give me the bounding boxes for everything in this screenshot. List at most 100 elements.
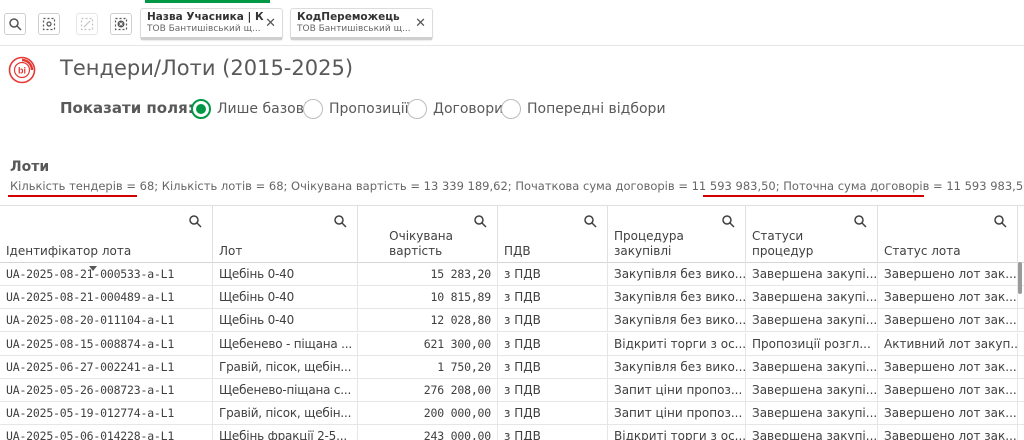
lot-status-cell[interactable]: Завершено лот зак... — [877, 263, 1017, 286]
vat-cell[interactable]: з ПДВ — [497, 355, 607, 379]
search-icon[interactable] — [721, 214, 735, 228]
procedure-cell[interactable]: Закупівля без вико... — [607, 309, 745, 333]
column-header-procedure-status[interactable]: Статуси процедур — [745, 206, 877, 263]
radio-basic-only[interactable]: Лише базові — [191, 98, 308, 120]
lot-name-cell[interactable]: Щебенево-піщана с... — [212, 379, 357, 402]
table-row[interactable]: UA-2025-06-27-002241-a-L1 Гравій, пісок, … — [0, 355, 1024, 379]
toolbar: Назва Учасника | Ко... ТОВ Бантишівський… — [0, 0, 1024, 46]
column-header-vat[interactable]: ПДВ — [497, 206, 607, 263]
vat-cell[interactable]: з ПДВ — [497, 309, 607, 333]
search-icon[interactable] — [853, 214, 867, 228]
lot-name-cell[interactable]: Щебінь 0-40 — [212, 263, 357, 286]
lot-status-cell[interactable]: Завершено лот зак... — [877, 402, 1017, 426]
lot-id-cell[interactable]: UA-2025-08-20-011104-a-L1 — [0, 309, 212, 332]
radio-checked-icon — [191, 99, 211, 119]
radio-label: Договори — [433, 101, 504, 117]
column-header-lot[interactable]: Лот — [212, 206, 357, 263]
lot-status-cell[interactable]: Активний лот закуп... — [877, 332, 1017, 356]
table-row[interactable]: UA-2025-05-06-014228-a-L1 Щебінь фракції … — [0, 425, 1024, 440]
column-header-label: Статус лота — [884, 244, 961, 258]
expected-value-cell[interactable]: 1 750,20 — [357, 355, 497, 379]
vat-cell[interactable]: з ПДВ — [497, 402, 607, 426]
expected-value-cell[interactable]: 243 000,00 — [357, 425, 497, 440]
vertical-scrollbar[interactable] — [1018, 262, 1022, 294]
expected-value-cell[interactable]: 15 283,20 — [357, 263, 497, 286]
lot-status-cell[interactable]: Завершено лот зак... — [877, 379, 1017, 402]
procedure-status-cell[interactable]: Завершена закупі... — [745, 355, 877, 379]
procedure-status-cell[interactable]: Завершена закупі... — [745, 402, 877, 426]
lot-status-cell[interactable]: Завершено лот зак... — [877, 425, 1017, 440]
lot-id-cell[interactable]: UA-2025-08-21-000489-a-L1 — [0, 286, 212, 309]
expected-value-cell[interactable]: 200 000,00 — [357, 402, 497, 426]
close-icon[interactable]: ✕ — [415, 16, 426, 31]
procedure-cell[interactable]: Відкриті торги з ос... — [607, 332, 745, 356]
clear-all-selections-button[interactable] — [110, 13, 132, 35]
procedure-status-cell[interactable]: Завершена закупі... — [745, 263, 877, 286]
procedure-cell[interactable]: Відкриті торги з ос... — [607, 425, 745, 440]
expected-value-cell[interactable]: 621 300,00 — [357, 332, 497, 356]
lot-status-cell[interactable]: Завершено лот зак... — [877, 286, 1017, 310]
smart-search-button[interactable] — [4, 13, 26, 35]
procedure-cell[interactable]: Запит ціни пропоз... — [607, 402, 745, 426]
search-icon[interactable] — [188, 214, 202, 228]
column-header-expected-value[interactable]: Очікувана вартість — [357, 206, 497, 263]
table-row[interactable]: UA-2025-08-21-000489-a-L1 Щебінь 0-40 10 8… — [0, 286, 1024, 310]
procedure-cell[interactable]: Закупівля без вико... — [607, 355, 745, 379]
lot-id-cell[interactable]: UA-2025-05-26-008723-a-L1 — [0, 379, 212, 402]
lot-name-cell[interactable]: Гравій, пісок, щебін... — [212, 355, 357, 379]
table-row[interactable]: UA-2025-05-26-008723-a-L1 Щебенево-піщана… — [0, 379, 1024, 402]
lots-table: Ідентифікатор лота Лот Очікувана вартість… — [0, 205, 1024, 440]
expected-value-cell[interactable]: 10 815,89 — [357, 286, 497, 310]
column-header-procedure[interactable]: Процедура закупівлі — [607, 206, 745, 263]
procedure-cell[interactable]: Запит ціни пропоз... — [607, 379, 745, 402]
table-row[interactable]: UA-2025-08-15-008874-a-L1 Щебенево - піща… — [0, 332, 1024, 356]
lot-name-cell[interactable]: Щебінь 0-40 — [212, 286, 357, 310]
lot-id-cell[interactable]: UA-2025-08-15-008874-a-L1 — [0, 333, 212, 356]
column-header-lot-status[interactable]: Статус лота — [877, 206, 1017, 263]
procedure-status-cell[interactable]: Завершена закупі... — [745, 425, 877, 440]
vat-cell[interactable]: з ПДВ — [497, 425, 607, 440]
vat-cell[interactable]: з ПДВ — [497, 263, 607, 286]
vat-cell[interactable]: з ПДВ — [497, 332, 607, 356]
radio-proposals[interactable]: Пропозиції — [303, 98, 409, 120]
expected-value-cell[interactable]: 276 208,00 — [357, 379, 497, 402]
lot-name-cell[interactable]: Щебінь фракції 2-5... — [212, 425, 357, 440]
lot-name-cell[interactable]: Гравій, пісок, щебін... — [212, 402, 357, 426]
radio-prequalification[interactable]: Попередні відбори — [501, 98, 666, 120]
table-row[interactable]: UA-2025-05-19-012774-a-L1 Гравій, пісок, … — [0, 402, 1024, 426]
procedure-cell[interactable]: Закупівля без вико... — [607, 286, 745, 310]
expected-value-cell[interactable]: 12 028,80 — [357, 309, 497, 333]
lot-id-cell[interactable]: UA-2025-05-19-012774-a-L1 — [0, 402, 212, 425]
column-header-lot-id[interactable]: Ідентифікатор лота — [0, 206, 212, 263]
selections-tool-button[interactable] — [38, 13, 60, 35]
lot-status-cell[interactable]: Завершено лот зак... — [877, 355, 1017, 379]
procedure-status-cell[interactable]: Завершена закупі... — [745, 309, 877, 333]
lot-id-cell[interactable]: UA-2025-08-21-000533-a-L1 — [0, 263, 212, 286]
radio-unchecked-icon — [303, 99, 323, 119]
radio-contracts[interactable]: Договори — [407, 98, 503, 120]
search-icon[interactable] — [993, 214, 1007, 228]
table-row[interactable]: UA-2025-08-20-011104-a-L1 Щебінь 0-40 12 0… — [0, 309, 1024, 333]
procedure-status-cell[interactable]: Завершена закупі... — [745, 379, 877, 402]
procedure-status-cell[interactable]: Пропозиції розгл... — [745, 332, 877, 356]
vat-cell[interactable]: з ПДВ — [497, 379, 607, 402]
overflow-cell — [1017, 332, 1024, 356]
step-forward-button[interactable] — [76, 13, 98, 35]
selection-chip-participant[interactable]: Назва Учасника | Ко... ТОВ Бантишівський… — [140, 8, 283, 40]
procedure-status-cell[interactable]: Завершена закупі... — [745, 286, 877, 310]
column-header-label: Процедура закупівлі — [614, 229, 684, 258]
vat-cell[interactable]: з ПДВ — [497, 286, 607, 310]
close-icon[interactable]: ✕ — [265, 16, 276, 31]
search-icon[interactable] — [473, 214, 487, 228]
selection-chip-winner[interactable]: КодПереможець ТОВ Бантишівський щ... ✕ — [290, 8, 433, 40]
procedure-cell[interactable]: Закупівля без вико... — [607, 263, 745, 286]
lot-id-cell[interactable]: UA-2025-05-06-014228-a-L1 — [0, 425, 212, 440]
lot-id-cell[interactable]: UA-2025-06-27-002241-a-L1 — [0, 356, 212, 379]
lot-name-cell[interactable]: Щебінь 0-40 — [212, 309, 357, 333]
lot-name-cell[interactable]: Щебенево - піщана ... — [212, 332, 357, 356]
search-icon[interactable] — [333, 214, 347, 228]
table-row[interactable]: UA-2025-08-21-000533-a-L1 Щебінь 0-40 15 2… — [0, 263, 1024, 286]
lot-status-cell[interactable]: Завершено лот зак... — [877, 309, 1017, 333]
search-icon[interactable] — [583, 214, 597, 228]
column-header-label: ПДВ — [504, 244, 531, 258]
